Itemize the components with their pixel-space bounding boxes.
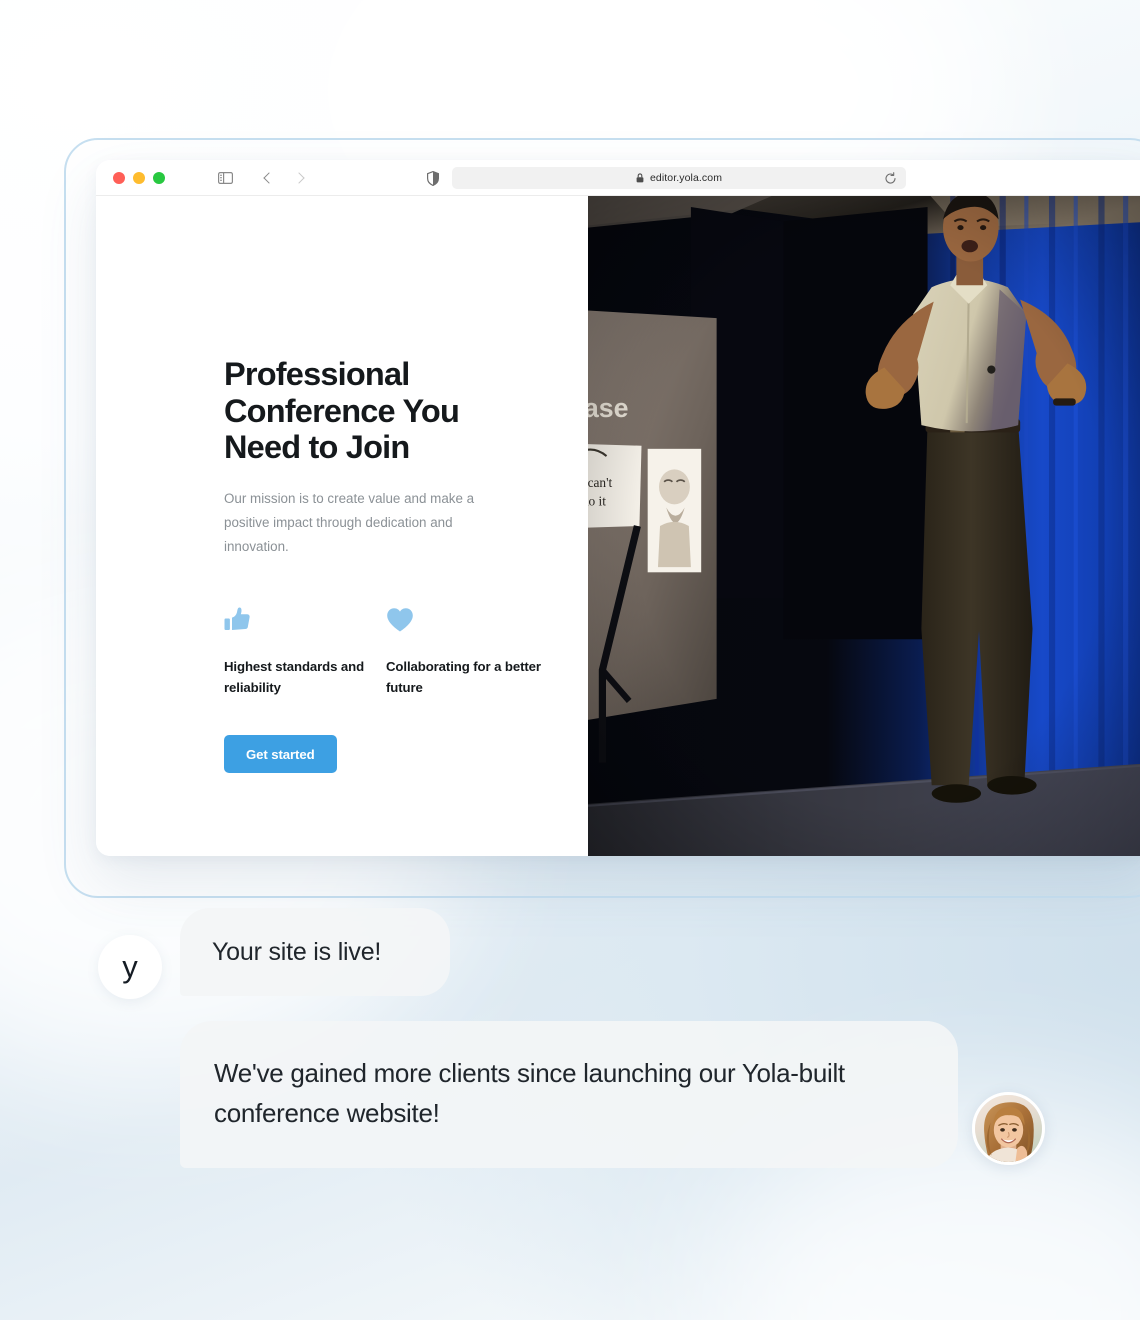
feature-list: Highest standards and reliability Collab… [224,603,554,699]
window-controls [96,172,165,184]
feature-item: Highest standards and reliability [224,603,386,699]
page-root: editor.yola.com Professional Conference … [0,0,1140,1320]
reload-icon[interactable] [882,170,898,186]
navigation-controls [210,165,314,191]
chat-bubble-status: Your site is live! [180,908,450,996]
yola-logo-avatar: y [98,935,162,999]
maximize-window-button[interactable] [153,172,165,184]
forward-button[interactable] [284,165,314,191]
minimize-window-button[interactable] [133,172,145,184]
get-started-button[interactable]: Get started [224,735,337,773]
hero-text-column: Professional Conference You Need to Join… [96,196,588,856]
chat-bubble-testimonial: We've gained more clients since launchin… [180,1021,958,1168]
sidebar-toggle-icon[interactable] [210,165,240,191]
customer-avatar [972,1092,1045,1165]
browser-window: editor.yola.com Professional Conference … [96,160,1140,856]
privacy-shield-icon[interactable] [425,169,441,187]
heart-icon [386,603,548,633]
close-window-button[interactable] [113,172,125,184]
browser-toolbar: editor.yola.com [96,160,1140,196]
hero-subtitle: Our mission is to create value and make … [224,487,506,559]
feature-label: Highest standards and reliability [224,656,386,699]
page-title: Professional Conference You Need to Join [224,356,524,466]
address-bar[interactable]: editor.yola.com [452,167,906,189]
chevron-right-icon [293,172,304,183]
feature-item: Collaborating for a better future [386,603,548,699]
feature-label: Collaborating for a better future [386,656,548,699]
thumbs-up-icon [224,603,386,633]
chevron-left-icon [263,172,274,183]
site-preview: Professional Conference You Need to Join… [96,196,1140,856]
back-button[interactable] [254,165,284,191]
url-text: editor.yola.com [650,172,722,184]
lock-icon [636,173,644,183]
hero-photo: ase I can't do it [588,196,1140,856]
yola-logo-letter: y [122,951,138,982]
